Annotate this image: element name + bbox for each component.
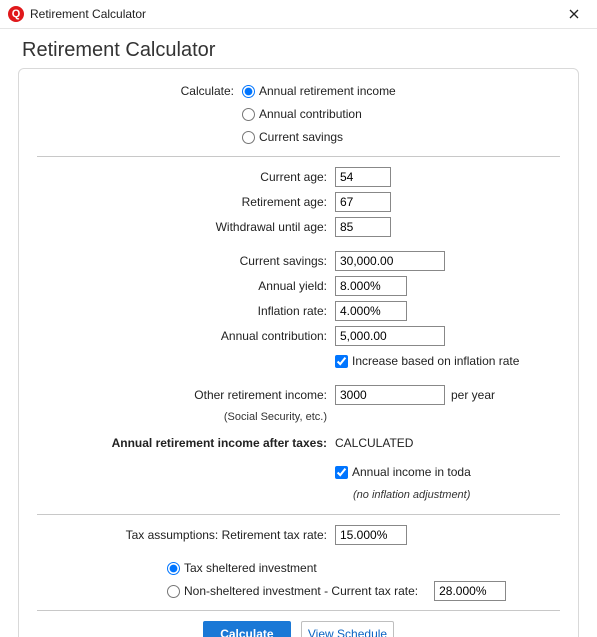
page-heading: Retirement Calculator bbox=[0, 29, 597, 68]
current-savings-row: Current savings: bbox=[37, 249, 560, 273]
separator-3 bbox=[37, 610, 560, 611]
calc-radio-income-input[interactable] bbox=[242, 85, 255, 98]
result-row: Annual retirement income after taxes: CA… bbox=[37, 431, 560, 455]
in-todays-note-row: (no inflation adjustment) bbox=[37, 484, 560, 506]
withdrawal-age-input[interactable] bbox=[335, 217, 391, 237]
current-savings-input[interactable] bbox=[335, 251, 445, 271]
increase-inflation-label: Increase based on inflation rate bbox=[352, 354, 519, 368]
inflation-rate-row: Inflation rate: bbox=[37, 299, 560, 323]
in-todays-checkbox[interactable]: Annual income in toda bbox=[335, 465, 471, 479]
in-todays-row: Annual income in toda bbox=[37, 461, 560, 483]
retirement-age-label: Retirement age: bbox=[37, 195, 335, 209]
tax-prefix: Tax assumptions: bbox=[126, 528, 219, 542]
calculate-button[interactable]: Calculate bbox=[203, 621, 291, 637]
current-savings-label: Current savings: bbox=[37, 254, 335, 268]
tax-nonsheltered-row: Non-sheltered investment - Current tax r… bbox=[37, 580, 560, 602]
retirement-tax-label: Retirement tax rate: bbox=[222, 528, 327, 542]
calculate-row-1: Calculate: Annual retirement income bbox=[37, 80, 560, 102]
other-income-input[interactable] bbox=[335, 385, 445, 405]
retirement-age-row: Retirement age: bbox=[37, 190, 560, 214]
tax-sheltered-radio[interactable]: Tax sheltered investment bbox=[167, 561, 317, 575]
annual-yield-label: Annual yield: bbox=[37, 279, 335, 293]
calc-radio-contribution-input[interactable] bbox=[242, 108, 255, 121]
calculate-row-2: Annual contribution bbox=[37, 103, 560, 125]
other-income-label: Other retirement income: bbox=[37, 388, 335, 402]
view-schedule-button[interactable]: View Schedule bbox=[301, 621, 394, 637]
close-button[interactable] bbox=[559, 0, 589, 28]
calculate-row-3: Current savings bbox=[37, 126, 560, 148]
result-value: CALCULATED bbox=[335, 436, 413, 450]
titlebar: Q Retirement Calculator bbox=[0, 0, 597, 29]
inflation-rate-input[interactable] bbox=[335, 301, 407, 321]
other-income-sub-row: (Social Security, etc.) bbox=[37, 408, 560, 430]
increase-inflation-row: Increase based on inflation rate bbox=[37, 349, 560, 373]
tax-nonsheltered-radio[interactable]: Non-sheltered investment - Current tax r… bbox=[167, 584, 418, 598]
retirement-tax-input[interactable] bbox=[335, 525, 407, 545]
separator-2 bbox=[37, 514, 560, 515]
button-row: Calculate View Schedule bbox=[37, 621, 560, 637]
annual-contribution-input[interactable] bbox=[335, 326, 445, 346]
tax-sheltered-input[interactable] bbox=[167, 562, 180, 575]
in-todays-input[interactable] bbox=[335, 466, 348, 479]
tax-sheltered-row: Tax sheltered investment bbox=[37, 557, 560, 579]
in-todays-note: (no inflation adjustment) bbox=[335, 489, 470, 501]
other-income-suffix: per year bbox=[451, 388, 495, 402]
result-label: Annual retirement income after taxes: bbox=[37, 436, 335, 450]
calc-radio-savings-label: Current savings bbox=[259, 130, 343, 144]
separator-1 bbox=[37, 156, 560, 157]
tax-nonsheltered-input[interactable] bbox=[167, 585, 180, 598]
calc-radio-income[interactable]: Annual retirement income bbox=[242, 84, 396, 98]
current-tax-input[interactable] bbox=[434, 581, 506, 601]
calculate-label: Calculate: bbox=[37, 84, 242, 98]
calc-radio-savings-input[interactable] bbox=[242, 131, 255, 144]
inflation-rate-label: Inflation rate: bbox=[37, 304, 335, 318]
window-title: Retirement Calculator bbox=[30, 7, 559, 21]
other-income-row: Other retirement income: per year bbox=[37, 383, 560, 407]
tax-rate-row: Tax assumptions: Retirement tax rate: bbox=[37, 523, 560, 547]
withdrawal-age-row: Withdrawal until age: bbox=[37, 215, 560, 239]
current-age-row: Current age: bbox=[37, 165, 560, 189]
calc-radio-savings[interactable]: Current savings bbox=[242, 130, 343, 144]
close-icon bbox=[569, 9, 579, 19]
annual-contribution-row: Annual contribution: bbox=[37, 324, 560, 348]
tax-nonsheltered-label: Non-sheltered investment - Current tax r… bbox=[184, 584, 418, 598]
annual-yield-row: Annual yield: bbox=[37, 274, 560, 298]
annual-contribution-label: Annual contribution: bbox=[37, 329, 335, 343]
app-icon: Q bbox=[8, 6, 24, 22]
calc-radio-income-label: Annual retirement income bbox=[259, 84, 396, 98]
main-panel: Calculate: Annual retirement income Annu… bbox=[18, 68, 579, 637]
withdrawal-age-label: Withdrawal until age: bbox=[37, 220, 335, 234]
increase-inflation-input[interactable] bbox=[335, 355, 348, 368]
in-todays-label: Annual income in toda bbox=[352, 465, 471, 479]
retirement-age-input[interactable] bbox=[335, 192, 391, 212]
current-age-input[interactable] bbox=[335, 167, 391, 187]
calc-radio-contribution-label: Annual contribution bbox=[259, 107, 362, 121]
current-age-label: Current age: bbox=[37, 170, 335, 184]
calc-radio-contribution[interactable]: Annual contribution bbox=[242, 107, 362, 121]
annual-yield-input[interactable] bbox=[335, 276, 407, 296]
other-income-sublabel: (Social Security, etc.) bbox=[37, 411, 335, 423]
increase-inflation-checkbox[interactable]: Increase based on inflation rate bbox=[335, 354, 519, 368]
tax-sheltered-label: Tax sheltered investment bbox=[184, 561, 317, 575]
